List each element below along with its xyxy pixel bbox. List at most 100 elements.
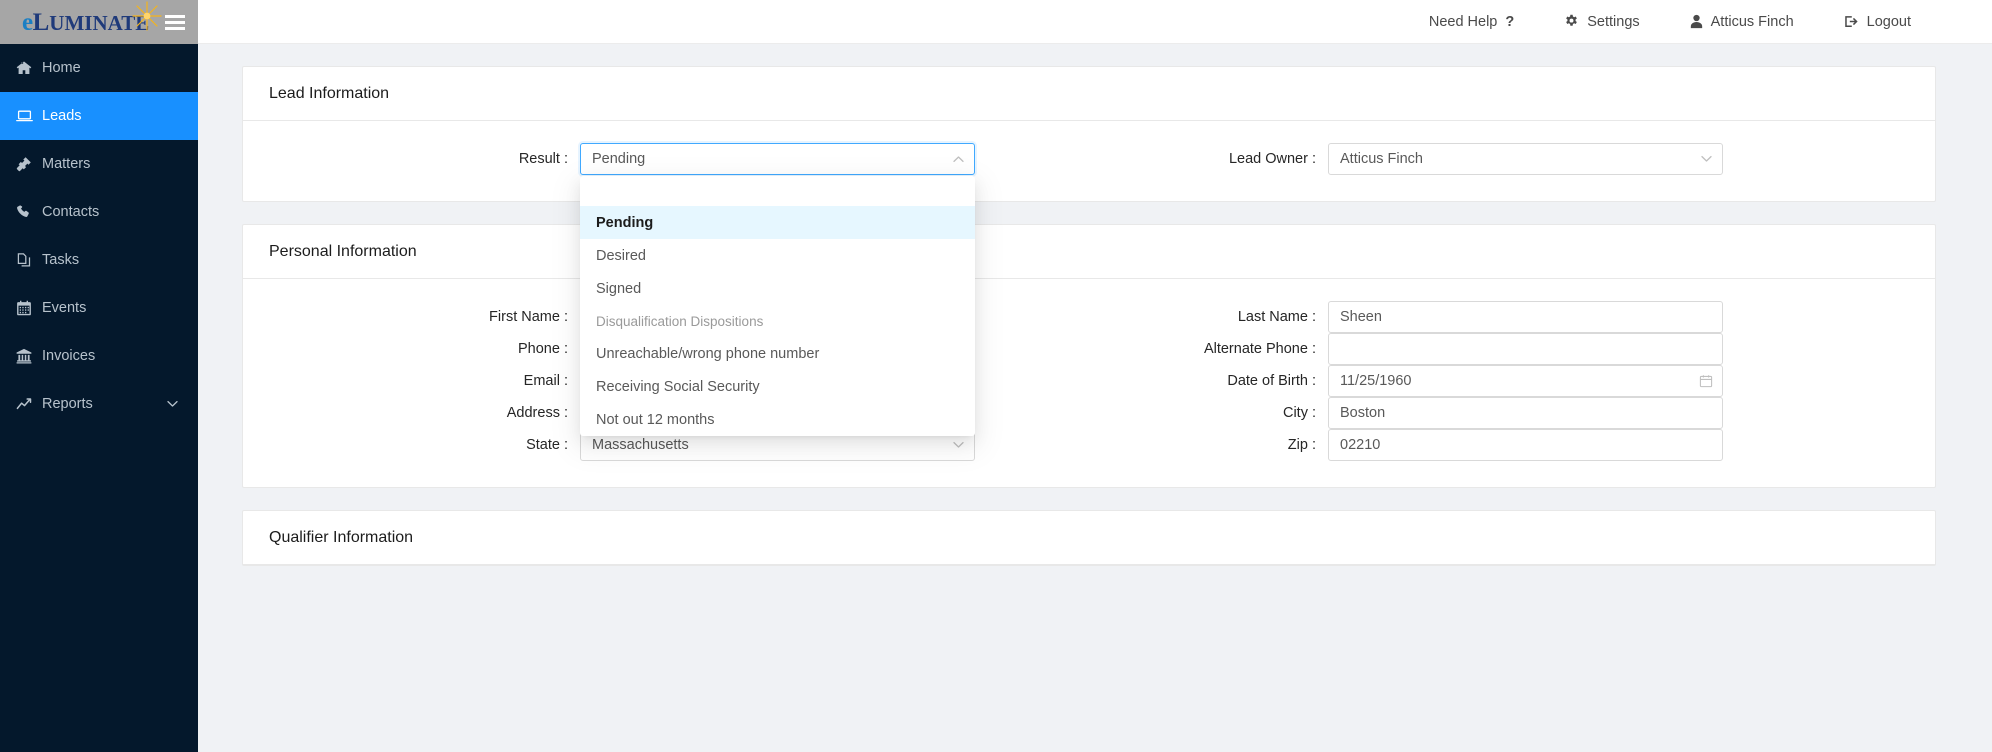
result-select[interactable]: Pending	[580, 143, 975, 175]
sidebar-item-label: Invoices	[42, 348, 96, 364]
sidebar-logo-bar: e LUMINATE	[0, 0, 198, 44]
dropdown-top-padding	[580, 180, 975, 206]
top-navbar: Need Help? Settings Atticus Finch Logout	[198, 0, 1992, 44]
dropdown-option-unreachable-wrong-phone-number[interactable]: Unreachable/wrong phone number	[580, 337, 975, 370]
app-root: e LUMINATE Home Leads Matters Contacts T…	[0, 0, 1992, 752]
sidebar-item-label: Leads	[42, 108, 82, 124]
sidebar-item-leads[interactable]: Leads	[0, 92, 198, 140]
chevron-down-icon	[167, 400, 178, 408]
result-select-value: Pending	[592, 151, 646, 167]
dropdown-group-disqualification-dispositions: Disqualification Dispositions	[596, 313, 764, 329]
main-area: Need Help? Settings Atticus Finch Logout	[198, 0, 1992, 752]
need-help-question-mark: ?	[1505, 13, 1515, 30]
last-name-input[interactable]: Sheen	[1328, 301, 1723, 333]
alternate-phone-input[interactable]	[1328, 333, 1723, 365]
logout-button[interactable]: Logout	[1819, 0, 1936, 44]
settings-button[interactable]: Settings	[1539, 0, 1664, 44]
sidebar-item-contacts[interactable]: Contacts	[0, 188, 198, 236]
email-label: Email :	[523, 373, 568, 389]
dropdown-option-receiving-social-security[interactable]: Receiving Social Security	[580, 370, 975, 403]
date-of-birth-field-group: Date of Birth : 11/25/1960	[1089, 365, 1909, 397]
zip-input[interactable]: 02210	[1328, 429, 1723, 461]
user-menu[interactable]: Atticus Finch	[1665, 0, 1819, 44]
lead-owner-value: Atticus Finch	[1340, 151, 1423, 167]
zip-control: 02210	[1328, 429, 1723, 461]
need-help-label: Need Help	[1428, 13, 1498, 30]
state-label: State :	[526, 437, 568, 453]
email-dob-row: Email : shp@egenerationmarketing.com Dat…	[269, 365, 1909, 397]
personal-information-body: First Name : Last Name : Sheen Phone: A…	[243, 279, 1935, 487]
name-row: First Name : Last Name : Sheen	[269, 301, 1909, 333]
result-label: Result :	[518, 151, 568, 167]
alternate-phone-control	[1328, 333, 1723, 365]
home-icon	[16, 60, 42, 76]
lead-information-body: Result : Pending Pending Desired Signed …	[243, 121, 1935, 436]
logo-text-rest: LUMINATE	[32, 8, 150, 36]
sidebar-item-invoices[interactable]: Invoices	[0, 332, 198, 380]
address-city-row: Address : 456 Main Street City : Boston	[269, 397, 1909, 429]
date-of-birth-input[interactable]: 11/25/1960	[1328, 365, 1723, 397]
result-dropdown[interactable]: Pending Desired Signed Disqualification …	[580, 176, 975, 436]
lead-information-row: Result : Pending Pending Desired Signed …	[269, 143, 1909, 436]
bank-icon	[16, 348, 42, 364]
sidebar-item-events[interactable]: Events	[0, 284, 198, 332]
sidebar-item-home[interactable]: Home	[0, 44, 198, 92]
lead-owner-label: Lead Owner :	[1228, 151, 1316, 167]
qualifier-information-title: Qualifier Information	[243, 511, 1935, 565]
chevron-up-icon	[953, 155, 964, 163]
copy-icon	[16, 252, 42, 268]
calendar-icon[interactable]	[1699, 374, 1713, 388]
dropdown-option-pending[interactable]: Pending	[580, 206, 975, 239]
user-name-label: Atticus Finch	[1710, 13, 1794, 30]
sidebar-item-label: Events	[42, 300, 87, 316]
last-name-control: Sheen	[1328, 301, 1723, 333]
lead-owner-control: Atticus Finch	[1328, 143, 1723, 175]
page-content: Lead Information Result : Pending Pendin…	[198, 44, 1992, 752]
lead-information-title: Lead Information	[243, 67, 1935, 121]
logo-text-e: e	[22, 8, 33, 36]
sidebar-nav: Home Leads Matters Contacts Tasks Events…	[0, 44, 198, 428]
hamburger-icon[interactable]	[165, 14, 185, 30]
state-zip-row: State : Massachusetts Zip: 02210	[269, 429, 1909, 461]
city-input[interactable]: Boston	[1328, 397, 1723, 429]
sidebar-item-matters[interactable]: Matters	[0, 140, 198, 188]
sidebar: e LUMINATE Home Leads Matters Contacts T…	[0, 0, 198, 752]
dropdown-option-signed[interactable]: Signed	[580, 272, 975, 305]
result-field-group: Result : Pending Pending Desired Signed …	[269, 143, 1089, 436]
sidebar-item-tasks[interactable]: Tasks	[0, 236, 198, 284]
sidebar-item-label: Matters	[42, 156, 91, 172]
city-label: City :	[1282, 405, 1316, 421]
date-of-birth-label: Date of Birth :	[1227, 373, 1316, 389]
settings-label: Settings	[1587, 13, 1640, 30]
qualifier-information-card: Qualifier Information	[242, 510, 1936, 566]
phone-icon	[16, 204, 42, 220]
alternate-phone-field-group: Alternate Phone :	[1089, 333, 1909, 365]
dropdown-option-not-out-12-months[interactable]: Not out 12 months	[580, 403, 975, 436]
sidebar-item-label: Reports	[42, 396, 93, 412]
last-name-field-group: Last Name : Sheen	[1089, 301, 1909, 333]
lead-owner-select[interactable]: Atticus Finch	[1328, 143, 1723, 175]
state-value: Massachusetts	[592, 437, 689, 453]
chart-line-icon	[16, 396, 42, 412]
zip-label: Zip :	[1287, 437, 1316, 453]
brand-logo[interactable]: e LUMINATE	[22, 0, 162, 36]
dropdown-option-desired[interactable]: Desired	[580, 239, 975, 272]
gear-icon	[1564, 14, 1579, 29]
sidebar-item-reports[interactable]: Reports	[0, 380, 198, 428]
alternate-phone-label: Alternate Phone :	[1203, 341, 1316, 357]
personal-information-card: Personal Information First Name : Last N…	[242, 224, 1936, 488]
need-help-button[interactable]: Need Help?	[1404, 0, 1539, 44]
sidebar-item-label: Contacts	[42, 204, 100, 220]
date-of-birth-control: 11/25/1960	[1328, 365, 1723, 397]
city-field-group: City : Boston	[1089, 397, 1909, 429]
calendar-icon	[16, 300, 42, 316]
sidebar-item-label: Tasks	[42, 252, 80, 268]
last-name-label: Last Name :	[1237, 309, 1316, 325]
sidebar-item-label: Home	[42, 60, 81, 76]
gavel-icon	[16, 156, 42, 172]
personal-information-title: Personal Information	[243, 225, 1935, 279]
lead-owner-field-group: Lead Owner : Atticus Finch	[1089, 143, 1909, 175]
user-icon	[1690, 14, 1703, 29]
lead-information-card: Lead Information Result : Pending Pendin…	[242, 66, 1936, 436]
phone-label: Phone :	[518, 341, 568, 357]
